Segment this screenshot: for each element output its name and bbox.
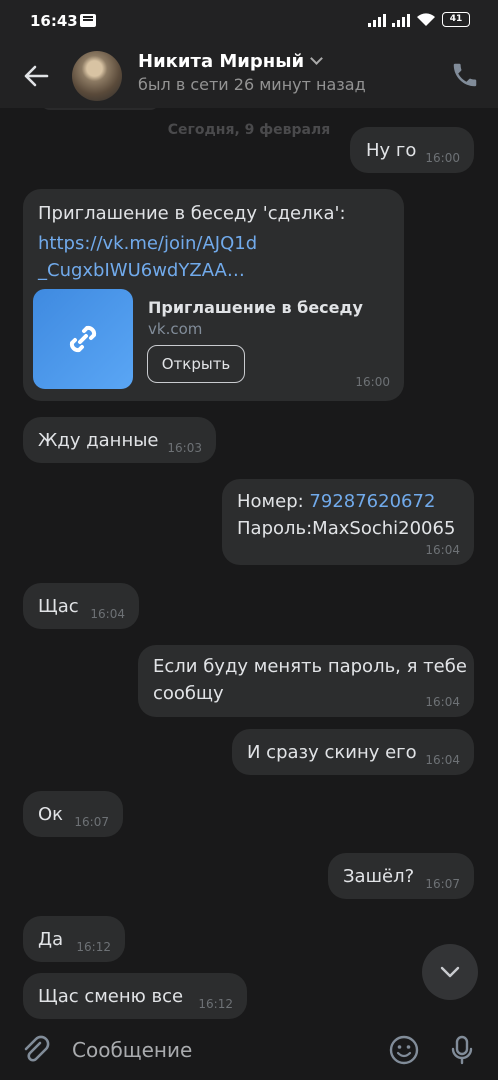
message-line2: Пароль:MaxSochi20065 <box>237 518 456 539</box>
message-text: Зашёл? <box>343 866 415 887</box>
message-label: Номер: <box>237 491 310 512</box>
chevron-down-icon <box>310 52 323 65</box>
message-incoming[interactable]: Щас сменю все 16:12 <box>23 973 247 1019</box>
message-incoming[interactable]: Жду данные 16:03 <box>23 417 216 463</box>
card-domain: vk.com <box>148 320 203 338</box>
message-text: Приглашение в беседу 'сделка': <box>38 203 346 224</box>
open-button[interactable]: Открыть <box>147 345 245 383</box>
last-seen-status: был в сети 26 минут назад <box>138 75 366 94</box>
link-icon <box>69 325 97 353</box>
status-icons: 41 <box>368 12 470 27</box>
message-list[interactable]: Сегодня, 9 февраля Ну го 16:00 Приглашен… <box>0 108 498 1020</box>
emoji-icon[interactable] <box>388 1034 420 1066</box>
contact-name: Никита Мирный <box>138 51 305 72</box>
message-text: Щас <box>38 596 79 617</box>
status-time: 16:43 <box>30 12 78 30</box>
phone-number-link[interactable]: 79287620672 <box>309 491 435 512</box>
invite-link-line1: https://vk.me/join/AJQ1d <box>38 233 258 254</box>
paperclip-icon[interactable] <box>20 1034 52 1066</box>
message-time: 16:04 <box>90 607 125 621</box>
message-composer: Сообщение <box>0 1020 498 1080</box>
back-arrow-icon <box>24 65 49 87</box>
message-time: 16:07 <box>425 877 460 891</box>
message-incoming-invite[interactable]: Приглашение в беседу 'сделка': https://v… <box>23 189 404 401</box>
message-incoming[interactable]: Щас 16:04 <box>23 583 139 629</box>
message-time: 16:03 <box>167 441 202 455</box>
message-line1: Если буду менять пароль, я тебе <box>153 656 467 677</box>
link-preview-image[interactable] <box>33 289 133 389</box>
microphone-icon[interactable] <box>446 1034 478 1066</box>
message-outgoing[interactable]: Номер: 79287620672 Пароль:MaxSochi20065 … <box>222 479 474 565</box>
message-text: Щас сменю все <box>38 986 184 1007</box>
message-text: Жду данные <box>38 430 159 451</box>
message-outgoing[interactable]: Ну го 16:00 <box>350 127 474 173</box>
message-outgoing[interactable]: И сразу скину его 16:04 <box>232 729 474 775</box>
signal-icon <box>368 13 386 27</box>
message-notification-icon <box>80 14 96 27</box>
message-line1: Номер: 79287620672 <box>237 491 435 512</box>
scroll-down-button[interactable] <box>422 944 478 1000</box>
message-text: Ну го <box>366 140 417 161</box>
message-time: 16:00 <box>355 375 390 389</box>
battery-icon: 41 <box>442 12 470 27</box>
message-line2: сообщу <box>153 683 224 704</box>
signal-icon-2 <box>392 13 410 27</box>
message-time: 16:12 <box>76 940 111 954</box>
message-incoming[interactable]: Да 16:12 <box>23 916 125 962</box>
invite-link-line2: _CugxbIWU6wdYZAA… <box>38 260 245 281</box>
message-text: И сразу скину его <box>247 742 417 763</box>
chat-header: Никита Мирный был в сети 26 минут назад <box>0 44 498 108</box>
message-incoming[interactable]: Ок 16:07 <box>23 791 123 837</box>
message-outgoing[interactable]: Зашёл? 16:07 <box>328 853 474 899</box>
message-outgoing[interactable]: Если буду менять пароль, я тебе сообщу 1… <box>138 645 474 717</box>
status-bar: 16:43 41 <box>0 0 498 44</box>
back-button[interactable] <box>18 58 54 94</box>
invite-link[interactable]: https://vk.me/join/AJQ1d _CugxbIWU6wdYZA… <box>38 230 257 284</box>
chevron-down-icon <box>440 966 460 978</box>
message-text: Да <box>38 929 64 950</box>
message-text: Ок <box>38 804 64 825</box>
card-title: Приглашение в беседу <box>148 298 363 317</box>
message-time: 16:12 <box>198 997 233 1011</box>
message-time: 16:04 <box>425 695 460 709</box>
message-time: 16:07 <box>74 815 109 829</box>
message-time: 16:00 <box>425 151 460 165</box>
phone-icon[interactable] <box>450 60 480 90</box>
avatar[interactable] <box>72 51 122 101</box>
message-input[interactable]: Сообщение <box>72 1038 192 1062</box>
previous-message-edge <box>40 108 160 110</box>
message-time: 16:04 <box>425 753 460 767</box>
wifi-icon <box>417 13 435 26</box>
message-time: 16:04 <box>425 543 460 557</box>
contact-name-button[interactable]: Никита Мирный <box>138 51 323 72</box>
